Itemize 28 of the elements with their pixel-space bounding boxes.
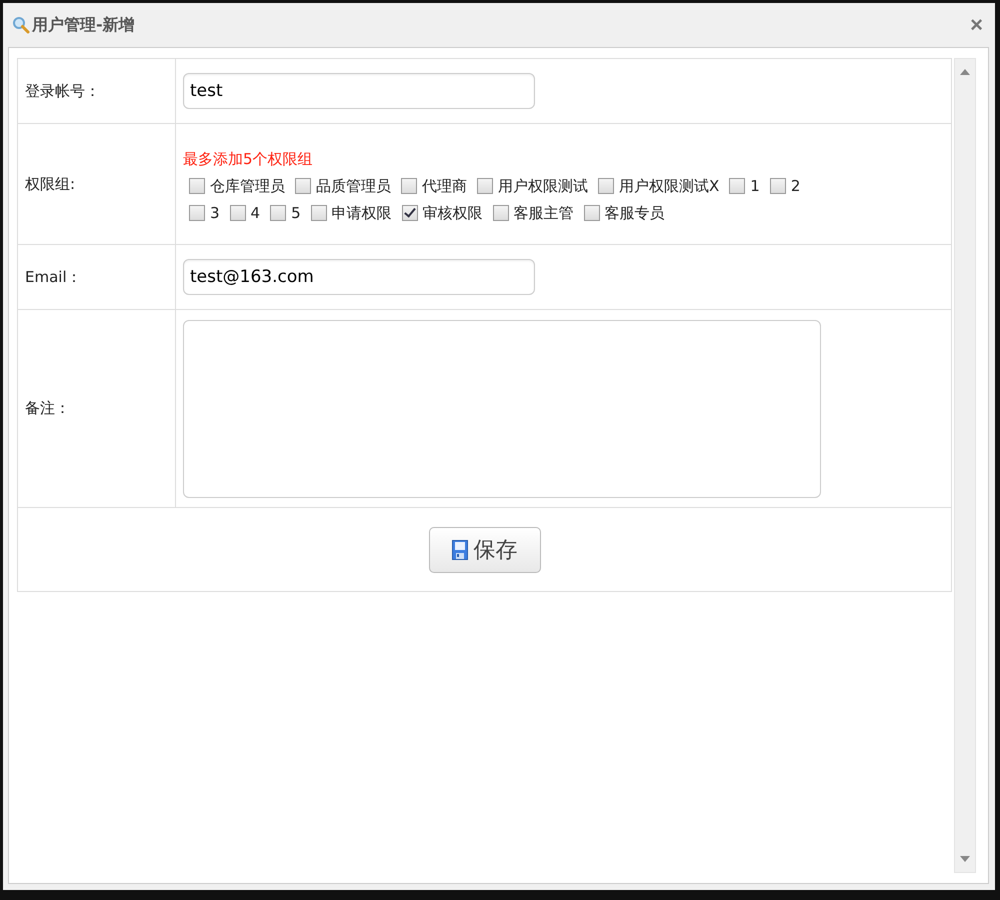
scroll-down-icon[interactable] — [960, 856, 970, 862]
permission-checkbox[interactable]: 品质管理员 — [295, 176, 391, 196]
permission-checkbox[interactable]: 用户权限测试 — [477, 176, 588, 196]
permission-checkbox[interactable]: 仓库管理员 — [189, 176, 285, 196]
close-button[interactable]: × — [964, 12, 989, 38]
permission-checkbox[interactable]: 4 — [230, 204, 260, 222]
limit-hint: 最多添加5个权限组 — [183, 150, 314, 168]
field-label: 登录帐号： — [25, 82, 100, 100]
field-label: 权限组: — [25, 174, 76, 192]
search-icon — [12, 16, 30, 34]
permission-checkbox[interactable]: 5 — [270, 204, 301, 222]
scroll-up-icon[interactable] — [960, 69, 970, 75]
permission-checkbox[interactable]: 1 — [729, 176, 760, 196]
permission-checkbox[interactable]: 3 — [189, 204, 220, 222]
permission-checkbox[interactable]: 代理商 — [401, 176, 467, 196]
permission-checkbox[interactable]: 审核权限 — [402, 204, 483, 222]
permission-checkbox[interactable]: 2 — [770, 176, 800, 196]
window-title: 用户管理-新增 — [32, 14, 135, 36]
scrollbar[interactable] — [954, 58, 976, 873]
permission-checkbox[interactable]: 客服专员 — [584, 204, 665, 222]
account-input[interactable]: test — [183, 73, 535, 109]
field-label: 备注： — [25, 399, 70, 417]
save-button[interactable]: 保存 — [428, 526, 540, 572]
permission-checkbox[interactable]: 用户权限测试X — [598, 176, 720, 196]
permission-checkbox[interactable]: 客服主管 — [492, 204, 574, 222]
permission-checkbox[interactable]: 申请权限 — [310, 204, 392, 222]
field-label: Email： — [25, 268, 82, 286]
email-input[interactable]: test@163.com — [183, 259, 535, 295]
